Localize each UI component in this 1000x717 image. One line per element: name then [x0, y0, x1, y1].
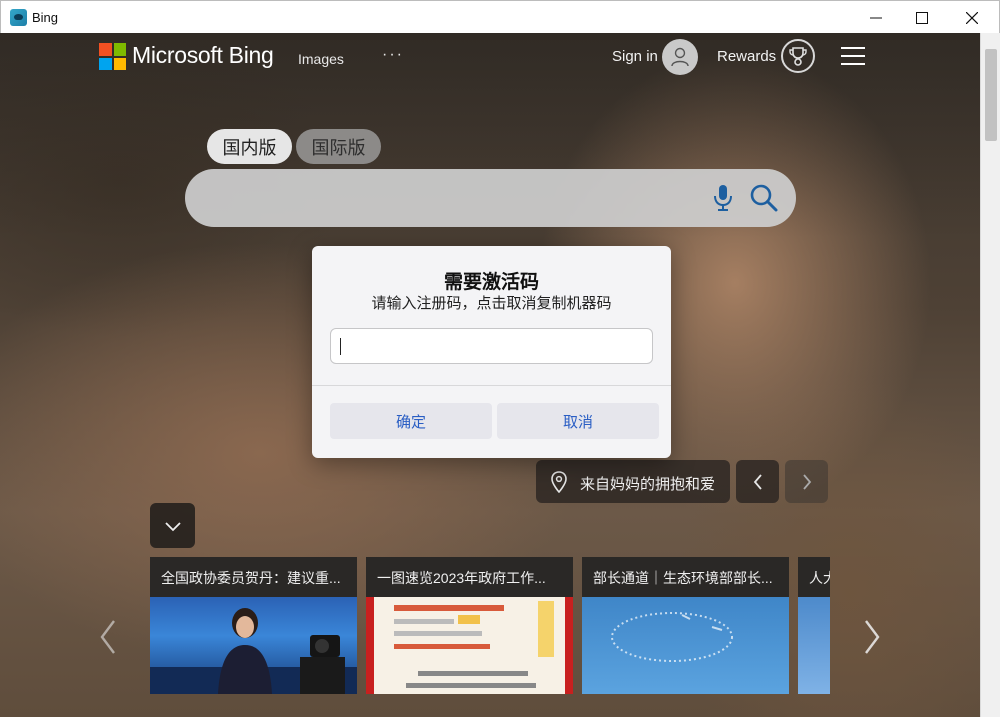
- logo-square-yellow: [113, 57, 126, 70]
- logo-square-blue: [99, 57, 112, 70]
- chevron-right-icon: [802, 473, 811, 490]
- maximize-button[interactable]: [899, 1, 945, 34]
- vertical-scrollbar[interactable]: [980, 33, 1000, 717]
- tab-domestic[interactable]: 国内版: [207, 129, 292, 164]
- chevron-down-icon: [164, 521, 181, 531]
- avatar-button[interactable]: [662, 39, 698, 75]
- nav-images-link[interactable]: Images: [298, 51, 344, 67]
- maximize-icon: [916, 11, 928, 24]
- news-card-image: [366, 597, 573, 694]
- news-card[interactable]: 一图速览2023年政府工作...: [366, 557, 573, 694]
- news-card[interactable]: 全国政协委员贺丹：建议重...: [150, 557, 357, 694]
- dialog-divider: [312, 385, 671, 386]
- search-input[interactable]: [185, 169, 796, 227]
- image-info-button[interactable]: 来自妈妈的拥抱和爱: [536, 460, 730, 503]
- logo-square-red: [99, 43, 112, 56]
- next-image-button[interactable]: [785, 460, 828, 503]
- chevron-left-icon: [753, 473, 762, 490]
- activation-dialog: 需要激活码 请输入注册码，点击取消复制机器码 确定 取消: [312, 246, 671, 458]
- news-card-title: 部长通道｜生态环境部部长...: [582, 557, 789, 597]
- news-card-image: [150, 597, 357, 694]
- confirm-button[interactable]: 确定: [330, 403, 492, 439]
- news-card[interactable]: 人大: [798, 557, 830, 694]
- logo-square-green: [113, 43, 126, 56]
- scrollbar-thumb[interactable]: [985, 49, 997, 141]
- search-icon[interactable]: [749, 183, 779, 213]
- news-card-title: 全国政协委员贺丹：建议重...: [150, 557, 357, 597]
- location-pin-icon: [551, 471, 567, 493]
- close-icon: [966, 11, 978, 24]
- news-card-image: [798, 597, 830, 694]
- activation-code-input[interactable]: [330, 328, 653, 364]
- window-titlebar: Bing: [0, 0, 1000, 33]
- microphone-icon[interactable]: [712, 183, 734, 213]
- rewards-link[interactable]: Rewards: [717, 48, 776, 65]
- tab-international[interactable]: 国际版: [296, 129, 381, 164]
- collapse-feed-button[interactable]: [150, 503, 195, 548]
- dialog-title: 需要激活码: [443, 272, 539, 293]
- news-card-image: [582, 597, 789, 694]
- close-button[interactable]: [949, 1, 995, 34]
- rewards-trophy-button[interactable]: [781, 39, 815, 73]
- user-icon: [671, 47, 689, 67]
- cancel-button[interactable]: 取消: [497, 403, 659, 439]
- bing-homepage: Microsoft Bing Images ··· Sign in Reward…: [0, 33, 980, 717]
- microsoft-logo-icon[interactable]: [99, 43, 126, 70]
- news-card-title: 人大: [798, 557, 830, 597]
- brand-name[interactable]: Microsoft Bing: [132, 42, 274, 69]
- image-location-text: 来自妈妈的拥抱和爱: [580, 476, 716, 493]
- dialog-message: 请输入注册码，点击取消复制机器码: [371, 295, 612, 312]
- previous-image-button[interactable]: [736, 460, 779, 503]
- sign-in-link[interactable]: Sign in: [612, 48, 658, 65]
- minimize-button[interactable]: [853, 1, 899, 34]
- window-title: Bing: [32, 10, 59, 25]
- hamburger-menu-icon[interactable]: [841, 47, 865, 65]
- news-card-title: 一图速览2023年政府工作...: [366, 557, 573, 597]
- carousel-prev-icon[interactable]: [96, 617, 120, 657]
- nav-more-button[interactable]: ···: [382, 46, 404, 64]
- text-caret: [340, 338, 341, 355]
- minimize-icon: [870, 17, 882, 18]
- bing-app-icon: [10, 9, 27, 26]
- trophy-icon: [789, 47, 807, 66]
- carousel-next-icon[interactable]: [860, 617, 884, 657]
- news-card[interactable]: 部长通道｜生态环境部部长...: [582, 557, 789, 694]
